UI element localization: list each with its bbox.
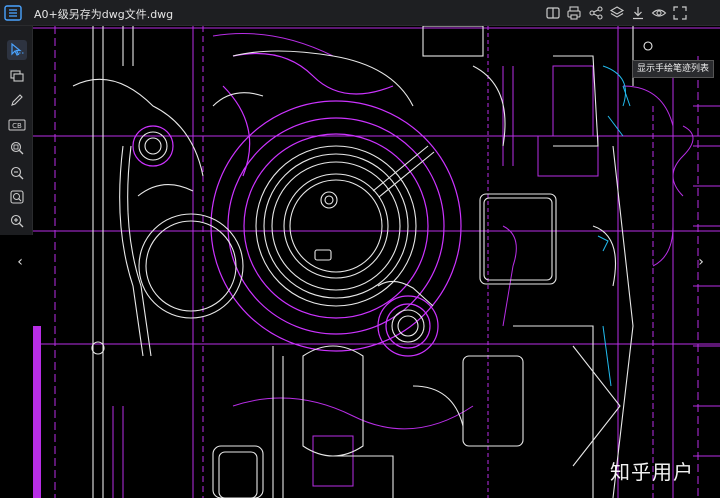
cad-drawing bbox=[33, 26, 720, 498]
previous-page-button[interactable]: ‹ bbox=[13, 252, 27, 272]
share-icon[interactable] bbox=[588, 5, 604, 21]
chevron-right-icon: › bbox=[698, 254, 704, 270]
fullscreen-icon[interactable] bbox=[672, 5, 688, 21]
next-page-button[interactable]: › bbox=[694, 252, 708, 272]
hand-drawn-list-tooltip: 显示手绘笔迹列表 bbox=[632, 60, 715, 78]
print-icon[interactable] bbox=[566, 5, 582, 21]
document-title: A0+级另存为dwg文件.dwg bbox=[34, 8, 174, 21]
layer-toggle-icon[interactable] bbox=[7, 66, 27, 86]
tool-sidebar: CB bbox=[0, 26, 33, 235]
list-menu-icon[interactable] bbox=[4, 4, 22, 22]
layers-icon[interactable] bbox=[609, 5, 625, 21]
select-cursor-icon[interactable] bbox=[7, 40, 27, 60]
cad-drawing-canvas[interactable] bbox=[33, 26, 720, 498]
eye-icon[interactable] bbox=[651, 5, 667, 21]
chevron-left-icon: ‹ bbox=[17, 254, 23, 270]
zoom-out-icon[interactable] bbox=[7, 163, 27, 183]
cad-text-label: CB bbox=[12, 122, 22, 130]
cad-text-icon[interactable]: CB bbox=[7, 115, 27, 135]
download-icon[interactable] bbox=[630, 5, 646, 21]
title-bar: A0+级另存为dwg文件.dwg bbox=[0, 0, 720, 26]
zoom-extents-icon[interactable] bbox=[7, 187, 27, 207]
zoom-window-icon[interactable] bbox=[7, 138, 27, 158]
pencil-icon[interactable] bbox=[7, 90, 27, 110]
split-view-icon[interactable] bbox=[545, 5, 561, 21]
zoom-in-icon[interactable] bbox=[7, 211, 27, 231]
watermark-text: 知乎用户 bbox=[610, 460, 694, 484]
